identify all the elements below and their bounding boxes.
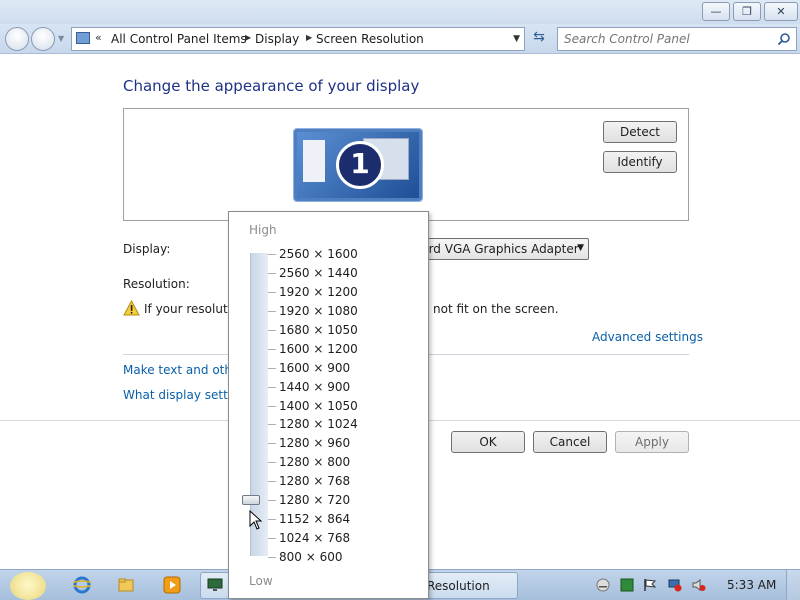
slider-tick (268, 406, 276, 407)
resolution-option[interactable]: 1280 × 768 (279, 474, 350, 488)
flag-tray-icon[interactable] (643, 578, 657, 592)
forward-button[interactable] (31, 27, 55, 51)
slider-tick (268, 330, 276, 331)
resolution-option[interactable]: 800 × 600 (279, 550, 343, 564)
slider-tick (268, 538, 276, 539)
address-bar[interactable]: « All Control Panel Items ▶ Display ▶ Sc… (71, 27, 525, 51)
resolution-option[interactable]: 1024 × 768 (279, 531, 350, 545)
resolution-option-selected[interactable]: 1280 × 720 (279, 493, 350, 507)
slider-tick (268, 368, 276, 369)
apply-button[interactable]: Apply (615, 431, 689, 453)
resolution-option[interactable]: 1440 × 900 (279, 380, 350, 394)
display-label: Display: (123, 242, 171, 256)
resolution-low-label: Low (249, 574, 273, 588)
resolution-option[interactable]: 1600 × 900 (279, 361, 350, 375)
breadcrumb-separator-icon[interactable]: ▶ (245, 33, 251, 42)
monitor-1-thumbnail[interactable]: 1 (294, 129, 422, 201)
media-player-icon[interactable] (163, 576, 181, 594)
resolution-option[interactable]: 1280 × 960 (279, 436, 350, 450)
warning-text-right: not fit on the screen. (433, 302, 559, 316)
mouse-pointer-icon (249, 510, 263, 530)
chevron-down-icon: ▼ (577, 243, 584, 253)
search-icon[interactable] (777, 32, 791, 46)
slider-tick (268, 292, 276, 293)
resolution-option[interactable]: 1600 × 1200 (279, 342, 358, 356)
page-title: Change the appearance of your display (123, 77, 420, 95)
back-button[interactable] (5, 27, 29, 51)
resolution-high-label: High (249, 223, 277, 237)
search-box[interactable] (557, 27, 797, 51)
cancel-button[interactable]: Cancel (533, 431, 607, 453)
show-desktop-button[interactable] (786, 570, 800, 600)
slider-tick (268, 519, 276, 520)
monitor-window-shape (303, 140, 325, 182)
resolution-option[interactable]: 2560 × 1600 (279, 247, 358, 261)
warning-icon (123, 300, 140, 316)
resolution-option[interactable]: 1400 × 1050 (279, 399, 358, 413)
resolution-option[interactable]: 1280 × 800 (279, 455, 350, 469)
warning-text-left: If your resolutio (144, 302, 239, 316)
search-input[interactable] (564, 31, 774, 47)
breadcrumb-display[interactable]: Display (255, 32, 299, 46)
taskbar-task-monitor[interactable] (200, 572, 230, 599)
breadcrumb-separator-icon[interactable]: ▶ (306, 33, 312, 42)
resolution-label: Resolution: (123, 277, 190, 291)
ok-button[interactable]: OK (451, 431, 525, 453)
minimize-button[interactable]: — (702, 2, 730, 21)
resolution-option[interactable]: 2560 × 1440 (279, 266, 358, 280)
slider-tick (268, 557, 276, 558)
breadcrumb-overflow-chevron[interactable]: « (95, 31, 102, 44)
identify-button[interactable]: Identify (603, 151, 677, 173)
recent-pages-dropdown-icon[interactable]: ▼ (58, 34, 64, 43)
address-dropdown-icon[interactable]: ▼ (513, 34, 520, 44)
title-bar: — ❐ ✕ (0, 0, 800, 24)
maximize-button[interactable]: ❐ (733, 2, 761, 21)
navigation-bar: ▼ « All Control Panel Items ▶ Display ▶ … (0, 24, 800, 54)
volume-muted-tray-icon[interactable] (692, 578, 706, 592)
smiley-tray-icon[interactable] (596, 578, 610, 592)
slider-tick (268, 273, 276, 274)
resolution-option[interactable]: 1920 × 1200 (279, 285, 358, 299)
folder-icon[interactable] (117, 576, 135, 594)
slider-tick (268, 443, 276, 444)
taskbar-task-label: Resolution (427, 579, 490, 593)
advanced-settings-link[interactable]: Advanced settings (592, 330, 703, 344)
resolution-option[interactable]: 1152 × 864 (279, 512, 350, 526)
refresh-icon[interactable]: ⇆ (528, 29, 550, 49)
start-button[interactable] (10, 572, 46, 600)
slider-tick (268, 311, 276, 312)
resolution-option[interactable]: 1920 × 1080 (279, 304, 358, 318)
display-dropdown[interactable]: ndard VGA Graphics Adapter ▼ (405, 238, 589, 260)
slider-tick (268, 254, 276, 255)
resolution-dropdown-popup[interactable]: High 2560 × 1600 2560 × 1440 1920 × 1200… (228, 211, 429, 599)
slider-tick (268, 349, 276, 350)
internet-explorer-icon[interactable] (73, 576, 91, 594)
resolution-option[interactable]: 1680 × 1050 (279, 323, 358, 337)
taskbar-clock[interactable]: 5:33 AM (727, 578, 776, 592)
display-dropdown-value: ndard VGA Graphics Adapter (406, 242, 579, 256)
breadcrumb-screen-resolution[interactable]: Screen Resolution (316, 32, 424, 46)
text-size-link[interactable]: Make text and other (123, 363, 244, 377)
close-button[interactable]: ✕ (764, 2, 798, 21)
detect-button[interactable]: Detect (603, 121, 677, 143)
control-panel-icon (76, 32, 90, 44)
taskbar-task-screen-resolution[interactable]: Resolution (420, 572, 518, 599)
network-error-tray-icon[interactable] (668, 578, 682, 592)
monitor-icon (207, 578, 223, 591)
slider-tick (268, 387, 276, 388)
resolution-slider-thumb[interactable] (242, 495, 260, 505)
green-status-tray-icon[interactable] (620, 578, 634, 592)
slider-tick (268, 500, 276, 501)
resolution-option[interactable]: 1280 × 1024 (279, 417, 358, 431)
slider-tick (268, 462, 276, 463)
monitor-number-badge: 1 (336, 141, 384, 189)
slider-tick (268, 481, 276, 482)
breadcrumb-all-control-panel-items[interactable]: All Control Panel Items (111, 32, 247, 46)
slider-tick (268, 424, 276, 425)
